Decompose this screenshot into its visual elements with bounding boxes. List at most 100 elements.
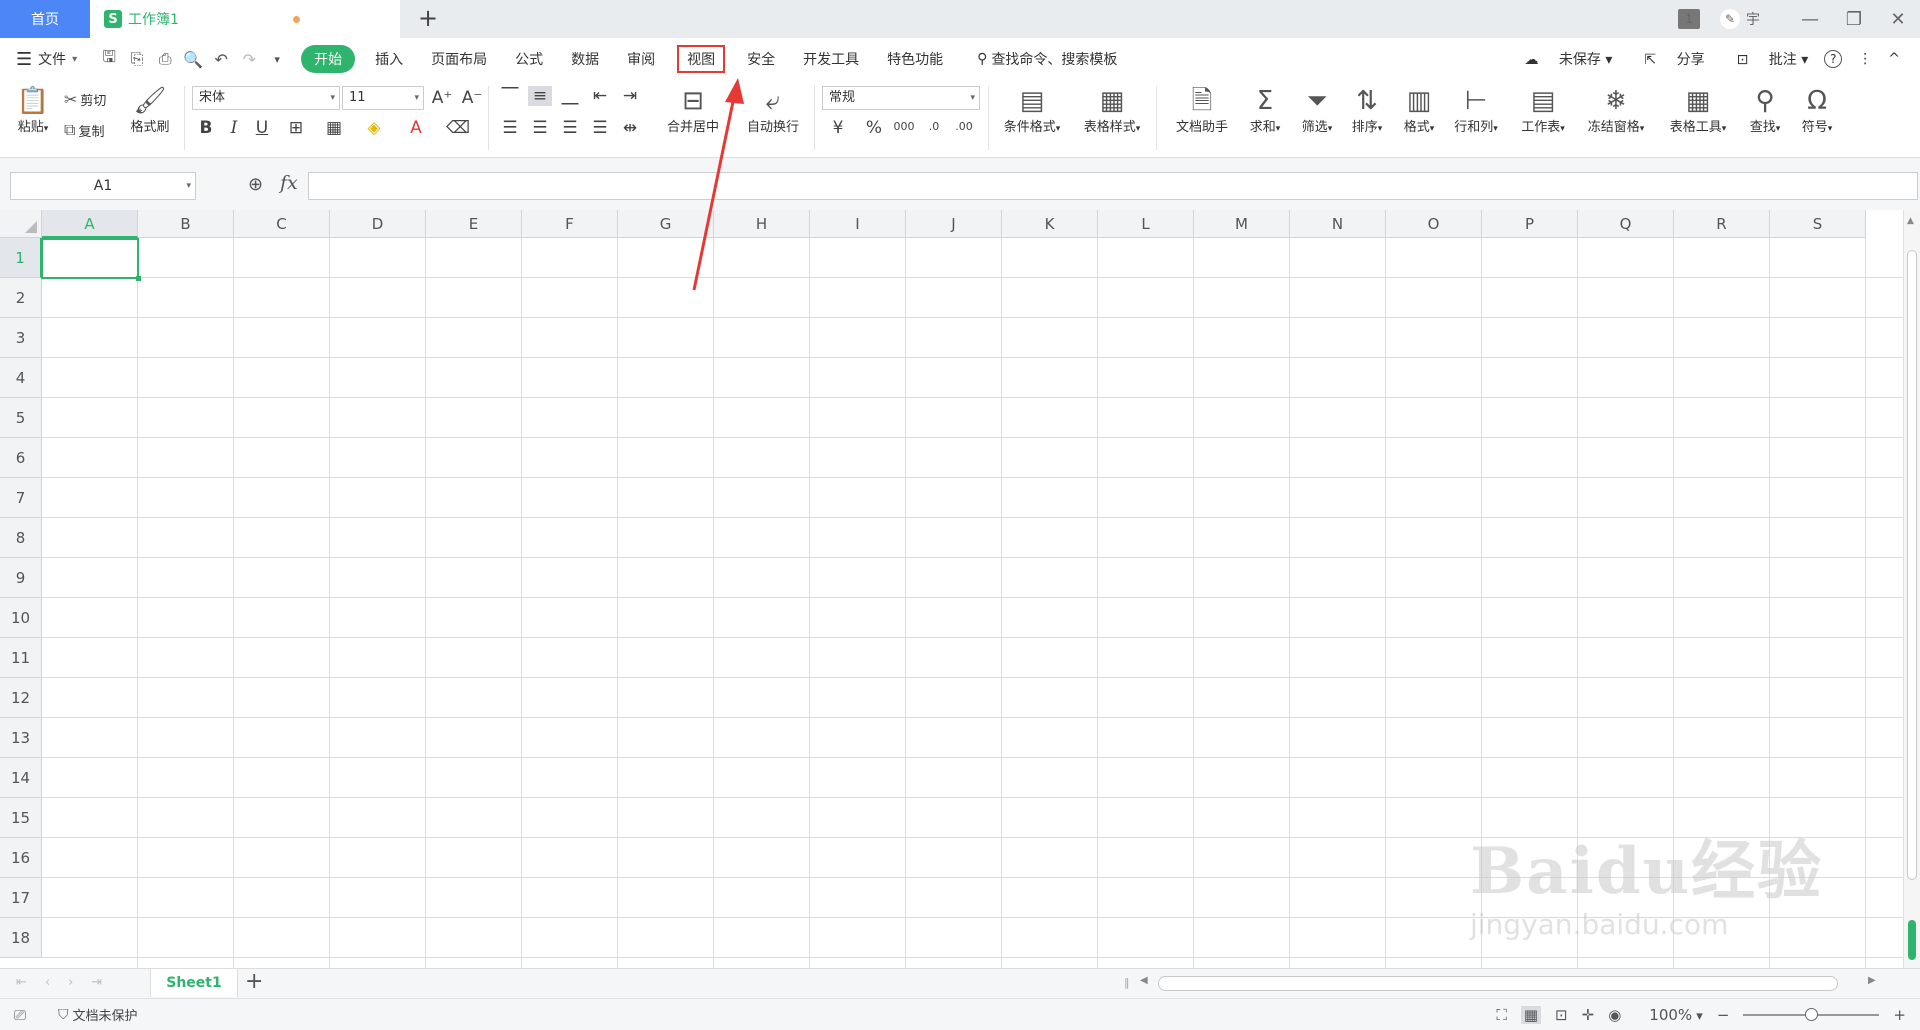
- column-header-h[interactable]: H: [714, 210, 810, 238]
- fullscreen-icon[interactable]: ⛶: [1496, 1006, 1507, 1024]
- column-header-p[interactable]: P: [1482, 210, 1578, 238]
- zoom-out-button[interactable]: −: [1717, 1006, 1730, 1024]
- copy-button[interactable]: ⧉ 复制: [64, 120, 104, 140]
- document-tab[interactable]: S 工作簿1: [90, 0, 400, 38]
- zoom-slider-knob[interactable]: [1805, 1008, 1819, 1021]
- save-icon[interactable]: 🖫: [95, 46, 123, 73]
- doc-assistant-button[interactable]: 🗎 文档助手: [1166, 86, 1238, 135]
- cell-style-icon[interactable]: ▦: [322, 118, 346, 138]
- zoom-level[interactable]: 100% ▾: [1635, 1006, 1703, 1024]
- row-header-17[interactable]: 17: [0, 878, 42, 918]
- collapse-ribbon-icon[interactable]: ^: [1888, 51, 1900, 67]
- row-header-10[interactable]: 10: [0, 598, 42, 638]
- minimize-button[interactable]: —: [1788, 9, 1832, 30]
- undo-icon[interactable]: ↶: [207, 50, 235, 69]
- eye-protection-icon[interactable]: ◉: [1608, 1006, 1621, 1024]
- column-header-o[interactable]: O: [1386, 210, 1482, 238]
- unsaved-button[interactable]: ☁ 未保存 ▾: [1508, 49, 1612, 69]
- new-tab-button[interactable]: +: [418, 4, 438, 32]
- column-header-f[interactable]: F: [522, 210, 618, 238]
- conditional-format-button[interactable]: ▤ 条件格式▾: [996, 86, 1068, 135]
- close-button[interactable]: ✕: [1876, 9, 1920, 30]
- row-header-16[interactable]: 16: [0, 838, 42, 878]
- align-center-icon[interactable]: ☰: [528, 118, 552, 138]
- page-break-view-icon[interactable]: ⊡: [1555, 1006, 1568, 1024]
- merge-center-button[interactable]: ⊟ 合并居中: [660, 86, 726, 135]
- align-right-icon[interactable]: ☰: [558, 118, 582, 138]
- thousands-button[interactable]: 000: [892, 120, 916, 133]
- column-header-n[interactable]: N: [1290, 210, 1386, 238]
- align-middle-icon[interactable]: ≡: [528, 86, 552, 106]
- column-header-b[interactable]: B: [138, 210, 234, 238]
- row-header-1[interactable]: 1: [0, 238, 42, 278]
- paste-button[interactable]: 📋 粘贴▾: [10, 86, 56, 135]
- export-icon[interactable]: ⎘: [123, 49, 151, 69]
- scroll-up-icon[interactable]: ▲: [1907, 216, 1914, 226]
- print-icon[interactable]: ⎙: [151, 49, 179, 69]
- row-header-5[interactable]: 5: [0, 398, 42, 438]
- tab-security[interactable]: 安全: [733, 45, 789, 73]
- fill-color-icon[interactable]: ◈: [362, 118, 386, 138]
- table-tools-button[interactable]: ▦ 表格工具▾: [1660, 86, 1736, 135]
- column-header-j[interactable]: J: [906, 210, 1002, 238]
- symbol-button[interactable]: Ω 符号▾: [1792, 86, 1842, 135]
- column-header-q[interactable]: Q: [1578, 210, 1674, 238]
- sheet-nav-arrows[interactable]: ⇤‹›⇥: [16, 975, 120, 990]
- font-color-icon[interactable]: A: [404, 118, 428, 138]
- add-sheet-button[interactable]: +: [245, 969, 263, 994]
- format-button[interactable]: ▥ 格式▾: [1394, 86, 1444, 135]
- protect-status[interactable]: 文档未保护: [73, 1005, 138, 1024]
- cut-button[interactable]: ✂ 剪切: [64, 90, 106, 109]
- column-header-m[interactable]: M: [1194, 210, 1290, 238]
- row-header-9[interactable]: 9: [0, 558, 42, 598]
- align-top-icon[interactable]: ⎺: [498, 86, 522, 106]
- select-all-corner[interactable]: [0, 210, 42, 238]
- column-header-e[interactable]: E: [426, 210, 522, 238]
- home-tab[interactable]: 首页: [0, 0, 90, 38]
- decrease-decimal-icon[interactable]: .00: [952, 120, 976, 133]
- command-search[interactable]: ⚲ 查找命令、搜索模板: [977, 49, 1117, 69]
- sort-button[interactable]: ⇅ 排序▾: [1342, 86, 1392, 135]
- column-header-a[interactable]: A: [42, 210, 138, 238]
- zoom-in-button[interactable]: +: [1893, 1006, 1906, 1024]
- restore-button[interactable]: ❐: [1832, 9, 1876, 30]
- format-painter-button[interactable]: 🖌 格式刷: [124, 86, 176, 135]
- row-header-6[interactable]: 6: [0, 438, 42, 478]
- tab-special-features[interactable]: 特色功能: [873, 45, 957, 73]
- tab-insert[interactable]: 插入: [361, 45, 417, 73]
- tab-page-layout[interactable]: 页面布局: [417, 45, 501, 73]
- align-bottom-icon[interactable]: ⎽: [558, 86, 582, 106]
- window-count-badge[interactable]: 1: [1678, 9, 1700, 29]
- print-preview-icon[interactable]: 🔍: [179, 50, 207, 69]
- font-name-select[interactable]: 宋体 ▾: [192, 86, 340, 110]
- file-menu[interactable]: ☰ 文件 ▾: [16, 49, 77, 70]
- filter-button[interactable]: ⏷ 筛选▾: [1292, 86, 1342, 135]
- normal-view-icon[interactable]: ▦: [1520, 1006, 1542, 1024]
- formula-input[interactable]: [308, 172, 1918, 200]
- increase-indent-icon[interactable]: ⇥: [618, 86, 642, 106]
- macro-record-icon[interactable]: ⎚: [14, 1006, 26, 1024]
- row-header-2[interactable]: 2: [0, 278, 42, 318]
- row-header-4[interactable]: 4: [0, 358, 42, 398]
- tab-view[interactable]: 视图: [677, 45, 726, 73]
- column-header-s[interactable]: S: [1770, 210, 1866, 238]
- split-handle[interactable]: ‖: [1124, 976, 1130, 989]
- italic-button[interactable]: I: [222, 118, 246, 138]
- tab-review[interactable]: 审阅: [613, 45, 669, 73]
- row-col-button[interactable]: ⊢ 行和列▾: [1446, 86, 1506, 135]
- row-header-13[interactable]: 13: [0, 718, 42, 758]
- sum-button[interactable]: Σ 求和▾: [1240, 86, 1290, 135]
- zoom-slider[interactable]: [1743, 1008, 1880, 1021]
- insert-function-button[interactable]: fx: [280, 172, 298, 194]
- justify-icon[interactable]: ☰: [588, 118, 612, 138]
- user-account[interactable]: ✎ 宇: [1720, 9, 1760, 29]
- table-style-button[interactable]: ▦ 表格样式▾: [1076, 86, 1148, 135]
- vertical-scrollbar[interactable]: ▲: [1903, 210, 1920, 968]
- cell-area[interactable]: [42, 238, 1903, 968]
- scroll-left-icon[interactable]: ◀: [1140, 975, 1148, 986]
- worksheet-button[interactable]: ▤ 工作表▾: [1512, 86, 1574, 135]
- share-button[interactable]: ⇱ 分享: [1628, 49, 1704, 69]
- horizontal-scrollbar[interactable]: [1158, 976, 1838, 991]
- column-header-c[interactable]: C: [234, 210, 330, 238]
- column-header-i[interactable]: I: [810, 210, 906, 238]
